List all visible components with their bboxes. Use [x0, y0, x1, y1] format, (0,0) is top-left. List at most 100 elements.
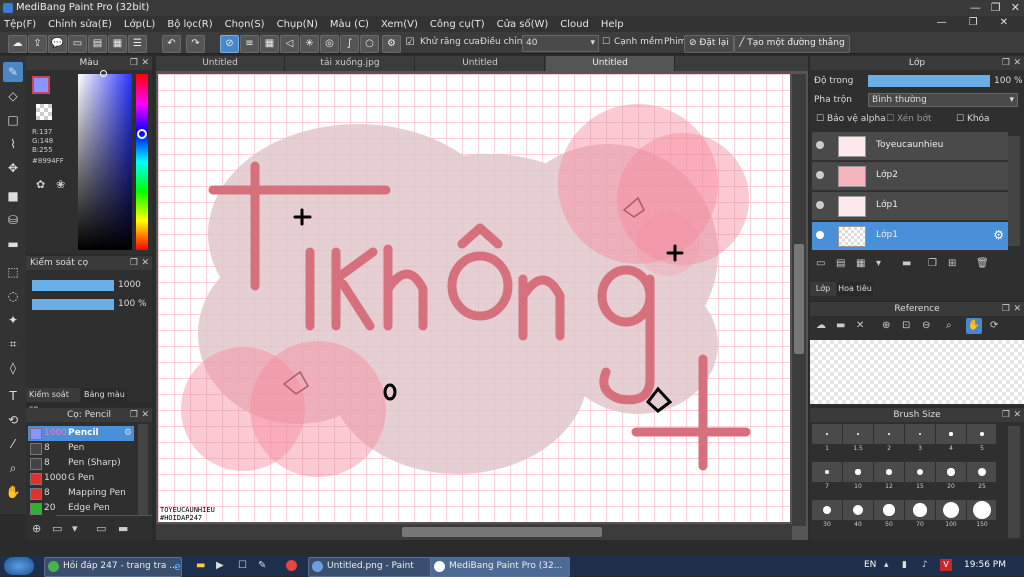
brush-size-preset[interactable]: 50: [874, 500, 904, 528]
menu-help[interactable]: Help: [601, 19, 624, 30]
brush-size-preset[interactable]: 10: [843, 462, 873, 490]
brush-opacity-slider[interactable]: [32, 299, 114, 310]
brush-size-preset[interactable]: 20: [936, 462, 966, 490]
layer-menu-icon[interactable]: ▾: [876, 258, 881, 269]
fit-icon[interactable]: ⊡: [902, 320, 910, 331]
close-icon[interactable]: ✕: [1013, 408, 1021, 422]
menu-window[interactable]: Cửa số(W): [497, 19, 549, 30]
lasso-tool-icon[interactable]: ◌: [3, 286, 23, 306]
gear-icon[interactable]: ⚙: [124, 426, 132, 441]
snap-curve-icon[interactable]: ∫: [340, 35, 359, 53]
close-icon[interactable]: ✕: [1013, 302, 1021, 316]
task-paint[interactable]: Untitled.png - Paint: [308, 557, 446, 577]
layer-row-lop2[interactable]: Lớp2: [812, 162, 1008, 191]
layer-row-lop1-a[interactable]: Lớp1: [812, 192, 1008, 221]
adjust-select[interactable]: 40 ▾: [522, 35, 599, 52]
close-icon[interactable]: ✕: [141, 256, 149, 270]
brush-size-preset[interactable]: 1.5: [843, 424, 873, 452]
merge-layer-icon[interactable]: ⊞: [948, 258, 956, 269]
select-eraser-tool-icon[interactable]: ◊: [3, 358, 23, 378]
brush-size-preset[interactable]: 70: [905, 500, 935, 528]
list-icon[interactable]: ☰: [128, 35, 147, 53]
redo-icon[interactable]: ↷: [186, 35, 205, 53]
doc-minimize-icon[interactable]: —: [937, 16, 947, 30]
add-brush-icon[interactable]: ⊕: [32, 522, 41, 535]
eye-icon[interactable]: [816, 231, 824, 239]
open-folder-icon[interactable]: ▬: [836, 320, 845, 331]
task-medibang[interactable]: MediBang Paint Pro (32...: [430, 557, 570, 577]
duplicate-layer-icon[interactable]: ❐: [928, 258, 937, 269]
close-reference-icon[interactable]: ✕: [856, 320, 864, 331]
close-icon[interactable]: ✕: [141, 408, 149, 422]
protect-alpha-checkbox[interactable]: ☐ Bảo vệ alpha: [816, 114, 886, 124]
tab-untitled-1[interactable]: Untitled: [156, 56, 285, 71]
reference-preview[interactable]: [810, 340, 1024, 404]
media-icon[interactable]: ▶: [216, 560, 224, 571]
page-icon[interactable]: ▤: [88, 35, 107, 53]
antialias-checkbox[interactable]: ☑: [404, 35, 416, 51]
brush-item-pencil[interactable]: 1000 Pencil ⚙: [28, 426, 134, 441]
tab-brush-control[interactable]: Kiểm soát cọ: [26, 388, 80, 413]
saturation-brightness-picker[interactable]: [78, 74, 132, 250]
tab-navigator[interactable]: Hoa tiêu: [837, 282, 873, 296]
undock-icon[interactable]: ❐: [1002, 56, 1010, 70]
tab-palette[interactable]: Bảng màu: [81, 388, 127, 402]
brush-size-preset[interactable]: 1: [812, 424, 842, 452]
maximize-icon[interactable]: ❐: [991, 1, 1001, 15]
brush-delete-icon[interactable]: ▭: [96, 522, 106, 535]
select-pen-tool-icon[interactable]: ⌗: [3, 334, 23, 354]
eye-icon[interactable]: [816, 201, 824, 209]
explorer-icon[interactable]: ▬: [196, 560, 205, 571]
menu-file[interactable]: Tệp(F): [4, 19, 36, 30]
reset-button[interactable]: ⊘ Đặt lại: [684, 35, 734, 53]
layer-folder-icon[interactable]: ▬: [902, 258, 911, 269]
undock-icon[interactable]: ❐: [130, 256, 138, 270]
select-rect-tool-icon[interactable]: ⬚: [3, 262, 23, 282]
bucket-tool-icon[interactable]: ⛁: [3, 210, 23, 230]
brush-size-preset[interactable]: 100: [936, 500, 966, 528]
text-tool-icon[interactable]: T: [3, 386, 23, 406]
minimize-icon[interactable]: —: [970, 1, 981, 15]
canvas-vertical-scrollbar[interactable]: [792, 74, 806, 526]
brush-size-preset[interactable]: 3: [905, 424, 935, 452]
doc-maximize-icon[interactable]: ❐: [969, 16, 978, 30]
clipping-checkbox[interactable]: ☐ Xén bớt: [886, 114, 932, 124]
snap-off-icon[interactable]: ⊘: [220, 35, 239, 53]
new-layer-8bit-icon[interactable]: ▤: [836, 258, 845, 269]
close-icon[interactable]: ✕: [141, 56, 149, 70]
hue-slider-handle[interactable]: [137, 129, 147, 139]
brush-item-pen-sharp[interactable]: 8 Pen (Sharp): [28, 456, 134, 471]
menu-edit[interactable]: Chỉnh sửa(E): [48, 19, 112, 30]
rotate-icon[interactable]: ⟳: [990, 320, 998, 331]
rect-fill-tool-icon[interactable]: ■: [3, 186, 23, 206]
menu-color[interactable]: Màu (C): [330, 19, 369, 30]
undock-icon[interactable]: ❐: [130, 408, 138, 422]
eye-icon[interactable]: [816, 141, 824, 149]
brush-size-scrollbar[interactable]: [1008, 426, 1020, 538]
cloud-icon[interactable]: ☁: [8, 35, 27, 53]
undock-icon[interactable]: ❐: [1002, 302, 1010, 316]
network-icon[interactable]: ▮: [902, 560, 907, 570]
brush-size-preset[interactable]: 4: [936, 424, 966, 452]
paint-icon[interactable]: ✎: [258, 560, 266, 571]
brush-size-preset[interactable]: 2: [874, 424, 904, 452]
blend-mode-select[interactable]: Bình thường ▾: [868, 93, 1018, 107]
drawing-canvas[interactable]: TOYEUCAUNHIEU #HOIDAP247: [158, 74, 790, 522]
divide-tool-icon[interactable]: ⁄: [3, 434, 23, 454]
tab-layer[interactable]: Lớp: [810, 282, 836, 296]
start-button[interactable]: [4, 557, 34, 575]
antivirus-icon[interactable]: V: [940, 559, 952, 571]
hue-slider[interactable]: [136, 74, 148, 250]
brush-size-slider[interactable]: [32, 280, 114, 291]
layer-list-scrollbar[interactable]: [1008, 136, 1020, 246]
tray-arrow-icon[interactable]: ▴: [884, 560, 889, 570]
straight-line-button[interactable]: ╱ Tạo một đường thẳng: [734, 35, 850, 53]
brush-size-preset[interactable]: 30: [812, 500, 842, 528]
gradient-tool-icon[interactable]: ▬: [3, 234, 23, 254]
move-tool-icon[interactable]: ✥: [3, 158, 23, 178]
close-icon[interactable]: ✕: [1011, 1, 1020, 15]
menu-tools[interactable]: Công cụ(T): [430, 19, 485, 30]
brush-size-preset[interactable]: 40: [843, 500, 873, 528]
background-color-swatch[interactable]: [36, 104, 52, 120]
hand-tool-icon[interactable]: ✋: [3, 482, 23, 502]
